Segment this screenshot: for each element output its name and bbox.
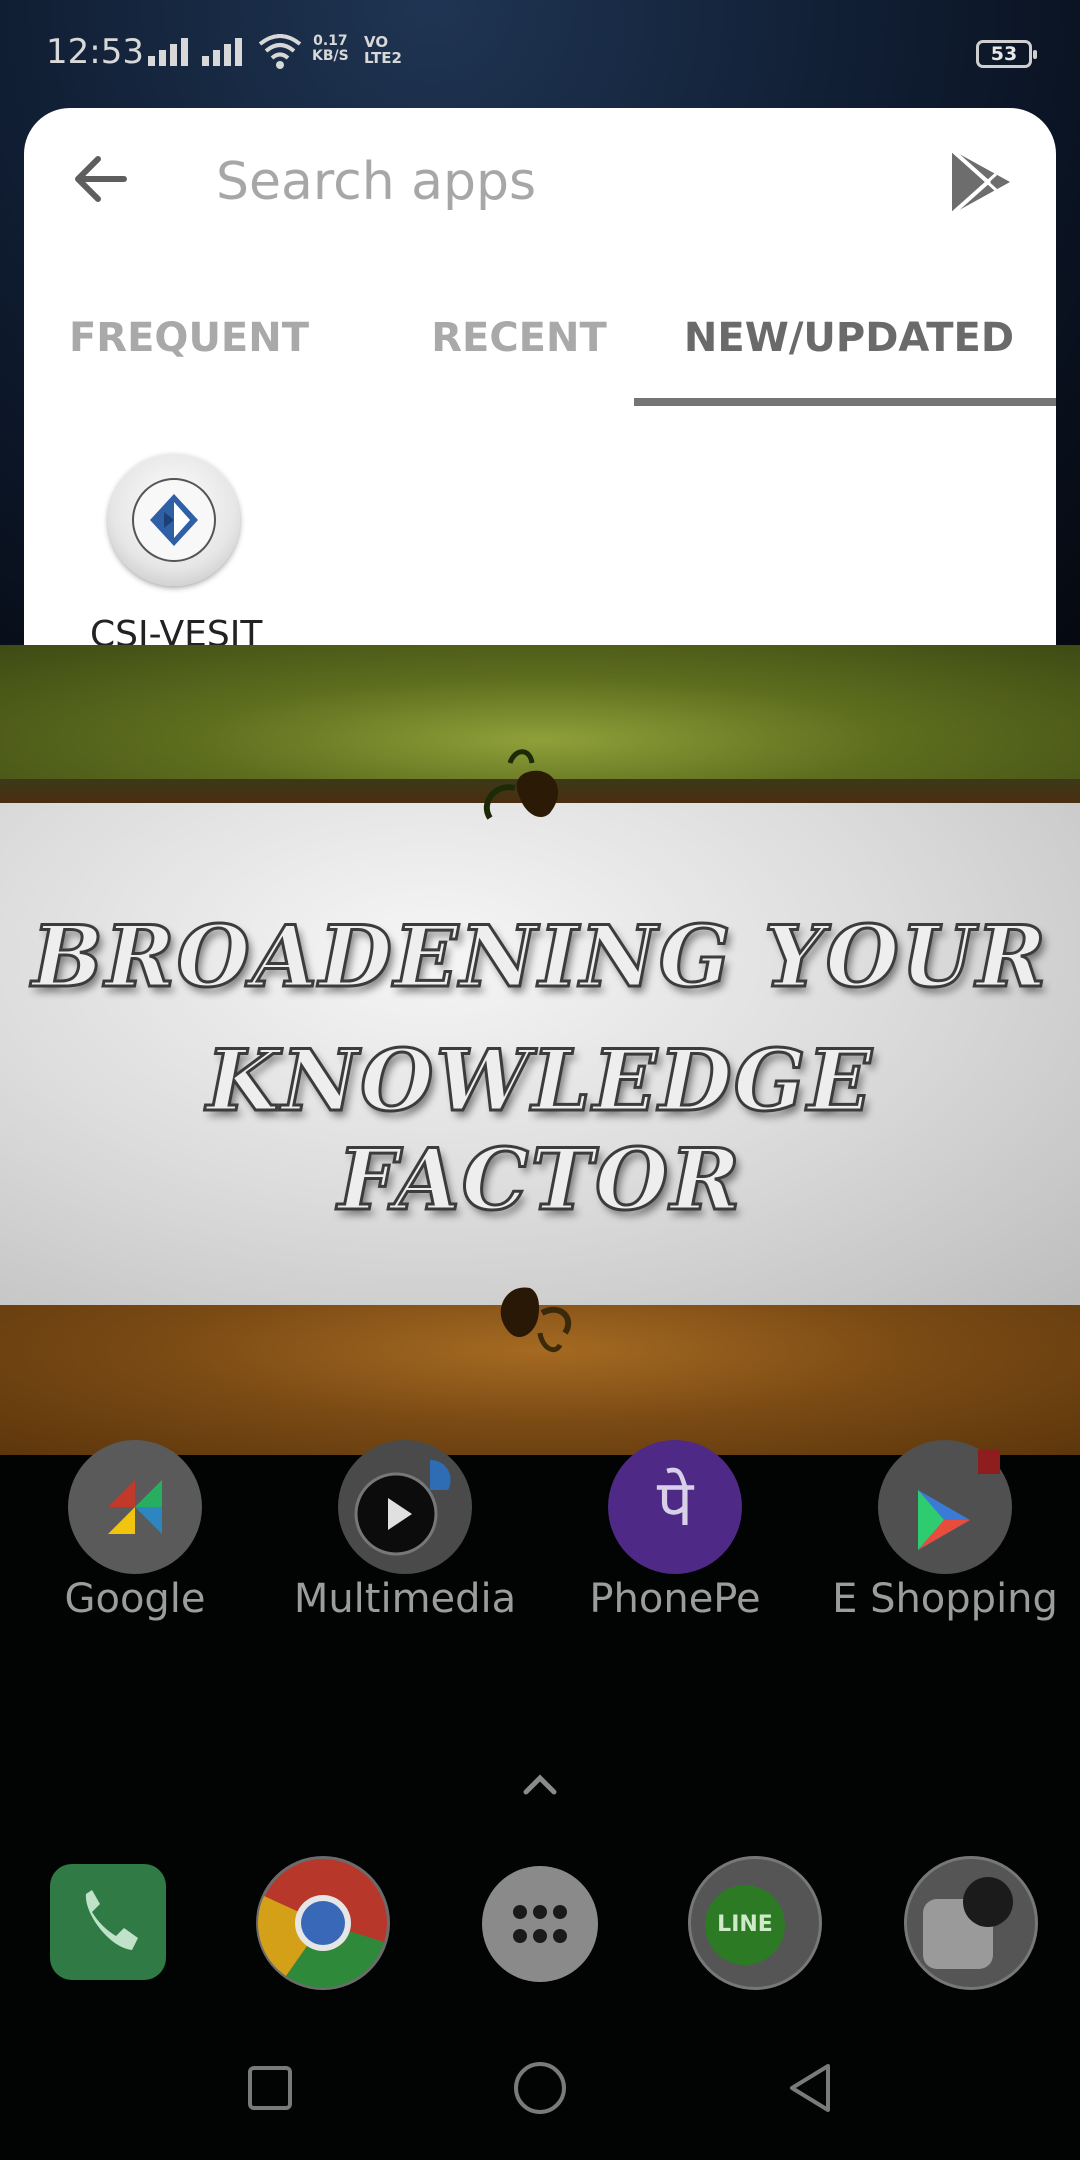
- net-speed-unit: KB/S: [312, 48, 349, 64]
- net-speed-value: 0.17: [313, 33, 348, 49]
- csi-logo-ring: [132, 478, 216, 562]
- recents-nav-button[interactable]: [240, 2058, 300, 2118]
- volte-bottom: LTE2: [364, 49, 402, 67]
- banner-line-2: KNOWLEDGE FACTOR: [205, 1030, 874, 1231]
- tab-new-updated[interactable]: NEW/UPDATED: [644, 298, 1054, 404]
- chrome-glyph: [257, 1859, 387, 1988]
- back-nav-button[interactable]: [780, 2058, 840, 2118]
- csi-logo-icon: [108, 454, 240, 586]
- status-time: 12:53: [46, 32, 144, 72]
- app-drawer-panel: FREQUENT RECENT NEW/UPDATED CSI-VESIT: [24, 108, 1056, 668]
- clock-folder-icon[interactable]: [904, 1856, 1038, 1990]
- drawer-tabs: FREQUENT RECENT NEW/UPDATED: [24, 298, 1056, 408]
- tab-frequent[interactable]: FREQUENT: [54, 298, 324, 404]
- phone-icon[interactable]: [50, 1864, 166, 1980]
- google-folder-icon: [68, 1440, 202, 1574]
- home-app-label: PhonePe: [589, 1576, 761, 1622]
- line-badge: LINE: [705, 1885, 785, 1965]
- tab-recent[interactable]: RECENT: [384, 298, 654, 404]
- home-app-label: Multimedia: [293, 1576, 517, 1622]
- status-bar: 12:53 0.17 KB/S VO LTE2 53: [0, 0, 1080, 108]
- play-store-icon[interactable]: [944, 146, 1016, 218]
- multimedia-folder-icon: [338, 1440, 472, 1574]
- wifi-icon: [258, 34, 302, 69]
- signal-sim1-icon: [148, 36, 188, 66]
- multimedia-glyph: [354, 1459, 451, 1556]
- app-drawer-icon[interactable]: [482, 1866, 598, 1982]
- back-arrow-icon[interactable]: [66, 144, 136, 214]
- google-folder-glyph: [108, 1480, 162, 1534]
- csi-emblem-icon: [150, 494, 198, 546]
- shopping-folder-icon: [878, 1440, 1012, 1574]
- volte-top: VO: [364, 33, 389, 51]
- leaf-ornament-top-icon: [483, 749, 559, 820]
- banner-line-1: BROADENING YOUR: [30, 906, 1049, 1008]
- phonepe-icon: पे: [608, 1440, 742, 1574]
- knowledge-banner: BROADENING YOUR KNOWLEDGE FACTOR: [0, 645, 1080, 1455]
- home-app-label: Google: [64, 1576, 206, 1622]
- app-drawer-dots: [513, 1905, 567, 1943]
- active-tab-indicator: [634, 398, 1056, 406]
- phone-glyph: [85, 1890, 138, 1950]
- net-speed: 0.17 KB/S: [312, 34, 349, 64]
- search-apps-input[interactable]: [216, 144, 856, 220]
- volte-indicator: VO LTE2: [364, 34, 402, 66]
- chevron-up-icon[interactable]: [520, 1770, 560, 1800]
- home-nav-button[interactable]: [510, 2058, 570, 2118]
- leaf-ornament-bottom-icon: [500, 1287, 572, 1353]
- line-folder-icon[interactable]: LINE: [688, 1856, 822, 1990]
- battery-icon: 53: [976, 40, 1037, 68]
- signal-sim2-icon: [202, 36, 242, 66]
- clock-dark-badge: [963, 1877, 1013, 1927]
- home-app-label: E Shopping: [832, 1576, 1058, 1622]
- shopping-glyph: [918, 1450, 1000, 1550]
- chrome-icon[interactable]: [256, 1856, 390, 1990]
